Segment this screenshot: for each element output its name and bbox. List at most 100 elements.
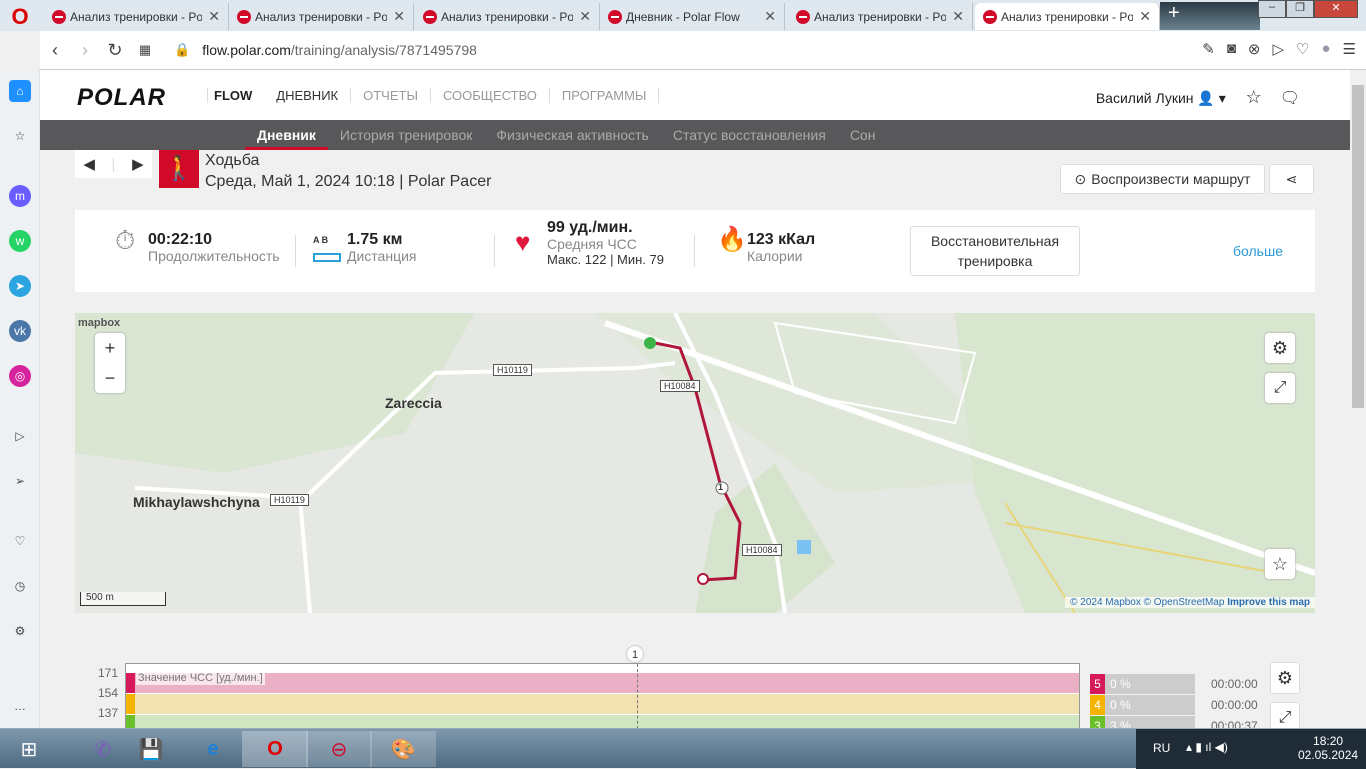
star-icon[interactable]: ☆: [9, 125, 31, 147]
heart-icon[interactable]: ♡: [1296, 40, 1309, 58]
new-tab-button[interactable]: +: [1160, 2, 1260, 30]
opera-menu-icon[interactable]: O: [8, 4, 32, 29]
osm-copyright[interactable]: © OpenStreetMap: [1144, 597, 1225, 608]
reload-icon[interactable]: ↻: [100, 40, 130, 61]
route-map[interactable]: mapbox + − Zareccia Mikhaylawshchyna H10…: [75, 313, 1315, 613]
improve-map-link[interactable]: Improve this map: [1227, 597, 1310, 608]
summary-panel: ⏱ 00:22:10 Продолжительность A B 1.75 км Д…: [75, 210, 1315, 292]
nav-reports[interactable]: ОТЧЕТЫ: [351, 88, 431, 103]
vk-icon[interactable]: vk: [9, 320, 31, 342]
user-menu[interactable]: Василий Лукин 👤 ▾ ☆ 🗨: [1096, 87, 1300, 108]
clock[interactable]: 18:20 02.05.2024: [1298, 734, 1358, 762]
lap-marker[interactable]: 1: [626, 645, 644, 663]
close-tab-icon[interactable]: ✕: [208, 8, 220, 25]
address-bar: ‹ › ↻ ▦ 🔒 flow.polar.com/training/analys…: [40, 31, 1366, 70]
polar-favicon-icon: [423, 9, 437, 24]
nav-programs[interactable]: ПРОГРАММЫ: [550, 88, 660, 103]
messenger-icon[interactable]: m: [9, 185, 31, 207]
back-icon[interactable]: ‹: [40, 40, 70, 61]
heart-icon[interactable]: ♡: [9, 530, 31, 552]
subnav-history[interactable]: История тренировок: [328, 120, 484, 150]
map-fullscreen-button[interactable]: ⤢: [1265, 373, 1295, 403]
start-button[interactable]: ⊞: [0, 731, 58, 767]
telegram-icon[interactable]: ➤: [9, 275, 31, 297]
lap-marker[interactable]: 1: [718, 482, 723, 492]
close-tab-icon[interactable]: ✕: [579, 8, 591, 25]
tab-title: Дневник - Polar Flow: [626, 9, 740, 24]
tray-icons[interactable]: ▴ ▮ ıl ◀): [1186, 740, 1228, 754]
profile-icon[interactable]: ●: [1321, 40, 1330, 58]
site-header: POLAR FLOW ДНЕВНИК ОТЧЕТЫ СООБЩЕСТВО ПРО…: [40, 70, 1350, 120]
mapbox-logo[interactable]: mapbox: [78, 317, 120, 329]
heart-rate-icon: ♥: [515, 227, 531, 257]
distance-icon: A B: [313, 232, 341, 262]
subnav-diary[interactable]: Дневник: [245, 120, 328, 150]
page-scrollbar[interactable]: [1350, 70, 1366, 728]
more-icon[interactable]: …: [9, 695, 31, 717]
avg-hr-label: Средняя ЧСС: [547, 236, 637, 252]
opera-taskbar-icon[interactable]: O: [242, 731, 308, 767]
map-settings-button[interactable]: ⚙: [1265, 333, 1295, 363]
browser-tab[interactable]: Анализ тренировки - Polar Flow ✕: [788, 3, 973, 30]
forward-icon[interactable]: ›: [70, 40, 100, 61]
browser-sidebar: ⌂ ☆ m w ➤ vk ◎ ▷ ➢ ♡ ◷ ⚙ …: [0, 70, 40, 730]
polar-favicon-icon: [796, 9, 810, 24]
mapbox-copyright[interactable]: © 2024 Mapbox: [1070, 597, 1141, 608]
chart-settings-button[interactable]: ⚙: [1270, 662, 1300, 694]
url-input[interactable]: flow.polar.com/training/analysis/7871495…: [202, 42, 477, 58]
favorites-star-icon[interactable]: ☆: [1246, 87, 1262, 107]
shield-icon[interactable]: ⊗: [1248, 40, 1261, 58]
user-name: Василий Лукин: [1095, 90, 1194, 106]
settings-icon[interactable]: ⚙: [9, 620, 31, 642]
browser-tab[interactable]: Анализ тренировки - Polar Flow ✕: [229, 3, 414, 30]
more-link[interactable]: больше: [1233, 243, 1283, 259]
send-icon[interactable]: ▷: [1272, 40, 1284, 58]
next-session-button[interactable]: ▶: [132, 155, 144, 173]
tab-title: Анализ тренировки - Polar Flow: [255, 9, 388, 24]
whatsapp-icon[interactable]: w: [9, 230, 31, 252]
close-tab-icon[interactable]: ✕: [393, 8, 405, 25]
zone-time: 00:00:00: [1211, 698, 1258, 712]
browser-tab[interactable]: Анализ тренировки - Polar Flow ✕: [415, 3, 600, 30]
language-indicator[interactable]: RU: [1153, 741, 1170, 755]
maximize-button[interactable]: ❐: [1286, 0, 1314, 18]
subnav-activity[interactable]: Физическая активность: [484, 120, 660, 150]
history-icon[interactable]: ◷: [9, 575, 31, 597]
share-button[interactable]: ⋖: [1269, 164, 1314, 194]
hr-chart[interactable]: Значение ЧСС [уд./мин.]: [125, 663, 1080, 735]
replay-route-button[interactable]: ⊙ Воспроизвести маршрут: [1060, 164, 1265, 194]
close-tab-icon[interactable]: ✕: [764, 8, 776, 25]
zone-number: 4: [1090, 695, 1105, 715]
close-tab-icon[interactable]: ✕: [952, 8, 964, 25]
map-favorite-button[interactable]: ☆: [1265, 549, 1295, 579]
browser-tab[interactable]: Дневник - Polar Flow ✕: [600, 3, 785, 30]
training-benefit-badge[interactable]: Восстановительная тренировка: [910, 226, 1080, 276]
instagram-icon[interactable]: ◎: [9, 365, 31, 387]
paint-icon[interactable]: 🎨: [370, 731, 436, 767]
subnav-sleep[interactable]: Сон: [838, 120, 888, 150]
send-icon[interactable]: ➢: [9, 470, 31, 492]
save-app-icon[interactable]: 💾: [118, 731, 184, 767]
zoom-out-button[interactable]: −: [95, 363, 125, 393]
camera-icon[interactable]: ◙: [1227, 40, 1236, 58]
polar-logo[interactable]: POLAR: [77, 84, 166, 112]
player-icon[interactable]: ▷: [9, 425, 31, 447]
settings-icon[interactable]: ☰: [1343, 40, 1356, 58]
nav-diary[interactable]: ДНЕВНИК: [264, 88, 352, 103]
home-icon[interactable]: ⌂: [9, 80, 31, 102]
browser-tab-active[interactable]: Анализ тренировки - Polar Flow ✕: [975, 3, 1160, 30]
zone-percent: 0 %: [1105, 674, 1195, 694]
ie-icon[interactable]: e: [180, 731, 246, 767]
zoom-in-button[interactable]: +: [95, 333, 125, 363]
close-window-button[interactable]: ✕: [1314, 0, 1358, 18]
prev-session-button[interactable]: ◀: [83, 155, 95, 173]
edit-icon[interactable]: ✎: [1202, 40, 1215, 58]
polar-taskbar-icon[interactable]: ⊖: [306, 731, 372, 767]
tabs-grid-icon[interactable]: ▦: [130, 42, 160, 58]
nav-community[interactable]: СООБЩЕСТВО: [431, 88, 550, 103]
notifications-icon[interactable]: 🗨: [1280, 90, 1300, 107]
browser-tab[interactable]: Анализ тренировки - Polar Flow ✕: [44, 3, 229, 30]
subnav-recovery[interactable]: Статус восстановления: [661, 120, 838, 150]
close-tab-icon[interactable]: ✕: [1139, 8, 1151, 25]
minimize-button[interactable]: –: [1258, 0, 1286, 18]
